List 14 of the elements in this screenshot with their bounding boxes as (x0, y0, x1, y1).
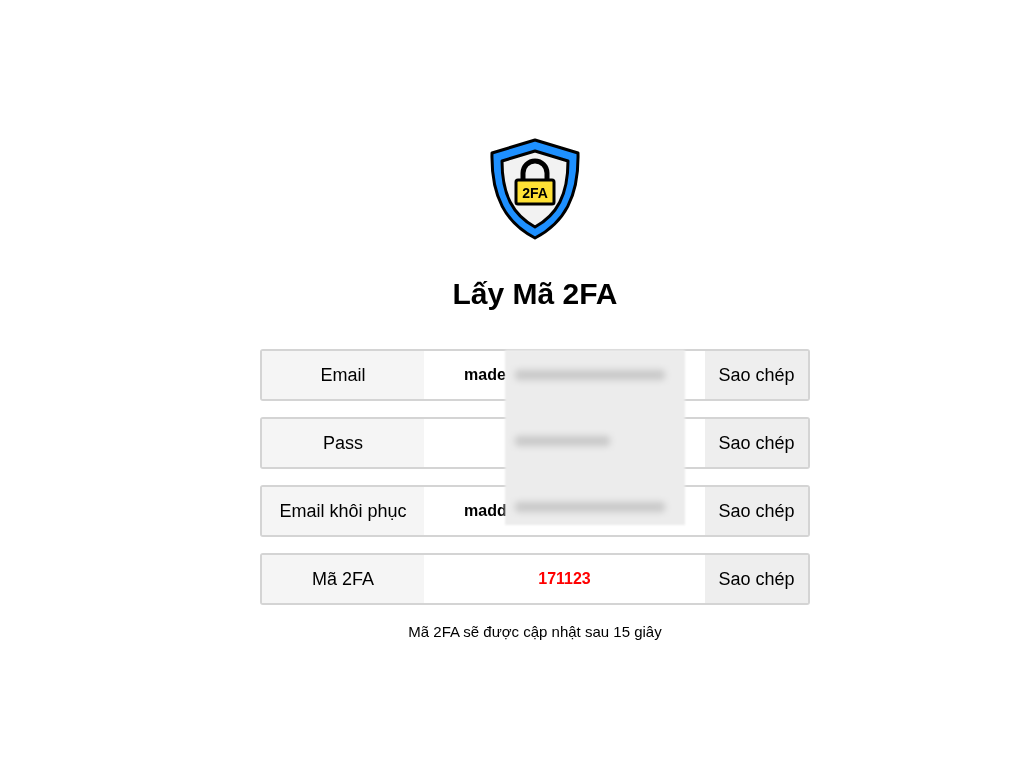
copy-button[interactable]: Sao chép (705, 555, 808, 603)
field-value: made (464, 365, 506, 385)
refresh-note: Mã 2FA sẽ được cập nhật sau 15 giây (408, 622, 662, 642)
field-label: Mã 2FA (312, 567, 374, 591)
copy-button[interactable]: Sao chép (705, 487, 808, 535)
field-label: Email khôi phục (279, 499, 407, 523)
field-label: Email (320, 363, 366, 387)
shield-lock-logo: 2FA (489, 137, 581, 241)
page-title: Lấy Mã 2FA (452, 279, 618, 309)
field-value: madd (464, 501, 507, 521)
copy-button[interactable]: Sao chép (705, 351, 808, 399)
code-value: 171123 (538, 569, 591, 589)
field-label: Pass (323, 431, 363, 455)
copy-button[interactable]: Sao chép (705, 419, 808, 467)
